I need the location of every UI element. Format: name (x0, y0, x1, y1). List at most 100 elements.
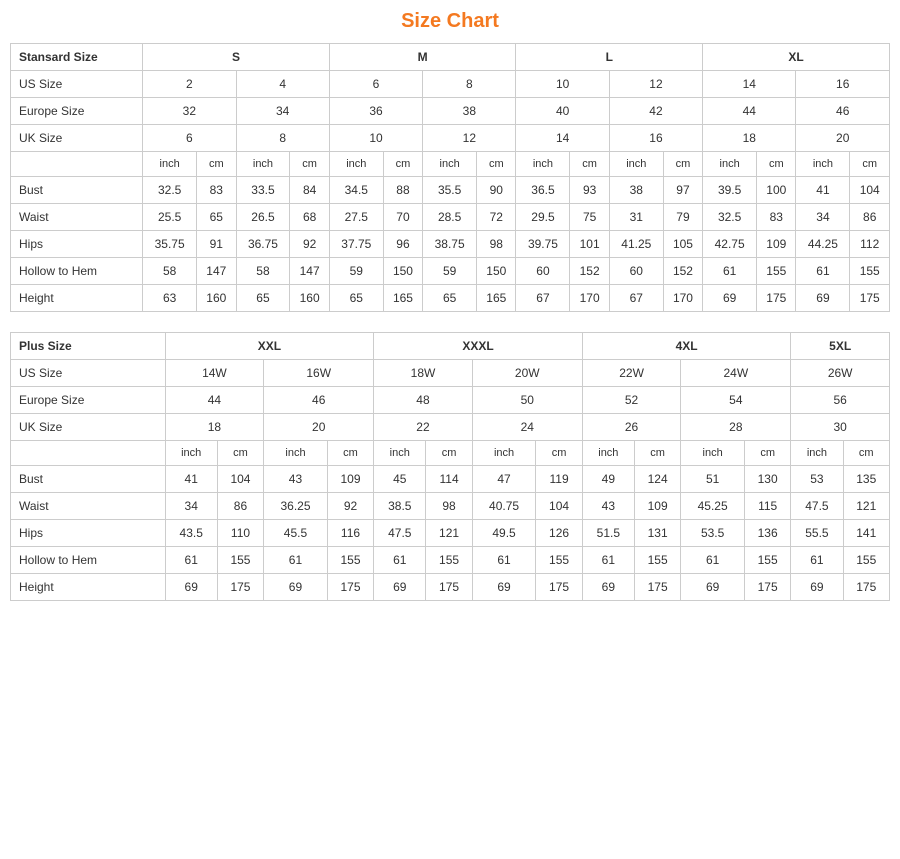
hips-2: 36.75 (236, 231, 290, 258)
plus-height-2: 69 (264, 574, 328, 601)
plus-unit-10: inch (681, 441, 745, 466)
plus-uk-30: 30 (791, 414, 890, 441)
waist-3: 68 (290, 204, 329, 231)
hollow-6: 59 (423, 258, 477, 285)
us-size-4: 4 (236, 71, 329, 98)
plus-hollow-3: 155 (327, 547, 373, 574)
plus-waist-label: Waist (11, 493, 166, 520)
plus-unit-12: inch (791, 441, 843, 466)
bust-3: 84 (290, 177, 329, 204)
hollow-to-hem-label: Hollow to Hem (11, 258, 143, 285)
plus-height-row: Height 69 175 69 175 69 175 69 175 69 17… (11, 574, 890, 601)
hollow-11: 152 (663, 258, 702, 285)
standard-hips-row: Hips 35.75 91 36.75 92 37.75 96 38.75 98… (11, 231, 890, 258)
waist-11: 79 (663, 204, 702, 231)
us-size-label: US Size (11, 71, 143, 98)
plus-hips-11: 136 (744, 520, 790, 547)
hips-11: 105 (663, 231, 702, 258)
plus-hollow-13: 155 (843, 547, 890, 574)
size-xxl-header: XXL (165, 333, 374, 360)
standard-hollow-to-hem-row: Hollow to Hem 58 147 58 147 59 150 59 15… (11, 258, 890, 285)
hollow-5: 150 (383, 258, 422, 285)
plus-waist-row: Waist 34 86 36.25 92 38.5 98 40.75 104 4… (11, 493, 890, 520)
hips-9: 101 (570, 231, 609, 258)
plus-unit-1: cm (217, 441, 263, 466)
plus-header-row: Plus Size XXL XXXL 4XL 5XL (11, 333, 890, 360)
plus-height-9: 175 (634, 574, 680, 601)
uk-size-16: 16 (609, 125, 702, 152)
unit-14: inch (796, 152, 850, 177)
plus-bust-6: 47 (472, 466, 536, 493)
plus-waist-10: 45.25 (681, 493, 745, 520)
plus-hollow-9: 155 (634, 547, 680, 574)
plus-us-24w: 24W (681, 360, 791, 387)
waist-label: Waist (11, 204, 143, 231)
hollow-0: 58 (143, 258, 197, 285)
size-m-header: M (329, 44, 516, 71)
plus-us-20w: 20W (472, 360, 582, 387)
plus-height-13: 175 (843, 574, 890, 601)
plus-bust-7: 119 (536, 466, 582, 493)
plus-height-0: 69 (165, 574, 217, 601)
hips-6: 38.75 (423, 231, 477, 258)
plus-height-8: 69 (582, 574, 634, 601)
hips-10: 41.25 (609, 231, 663, 258)
waist-2: 26.5 (236, 204, 290, 231)
plus-hollow-0: 61 (165, 547, 217, 574)
hips-14: 44.25 (796, 231, 850, 258)
plus-unit-6: inch (472, 441, 536, 466)
plus-europe-50: 50 (472, 387, 582, 414)
plus-hips-label: Hips (11, 520, 166, 547)
europe-size-44: 44 (703, 98, 796, 125)
hollow-12: 61 (703, 258, 757, 285)
unit-9: cm (570, 152, 609, 177)
plus-unit-5: cm (426, 441, 472, 466)
hips-3: 92 (290, 231, 329, 258)
plus-us-size-row: US Size 14W 16W 18W 20W 22W 24W 26W (11, 360, 890, 387)
hips-7: 98 (477, 231, 516, 258)
unit-12: inch (703, 152, 757, 177)
us-size-14: 14 (703, 71, 796, 98)
height-4: 65 (329, 285, 383, 312)
bust-7: 90 (477, 177, 516, 204)
plus-hollow-2: 61 (264, 547, 328, 574)
plus-waist-1: 86 (217, 493, 263, 520)
bust-11: 97 (663, 177, 702, 204)
europe-size-46: 46 (796, 98, 890, 125)
plus-hips-5: 121 (426, 520, 472, 547)
plus-hips-1: 110 (217, 520, 263, 547)
unit-10: inch (609, 152, 663, 177)
waist-13: 83 (757, 204, 796, 231)
height-label: Height (11, 285, 143, 312)
waist-4: 27.5 (329, 204, 383, 231)
height-5: 165 (383, 285, 422, 312)
plus-hips-6: 49.5 (472, 520, 536, 547)
europe-size-42: 42 (609, 98, 702, 125)
height-10: 67 (609, 285, 663, 312)
standard-size-label: Stansard Size (11, 44, 143, 71)
us-size-8: 8 (423, 71, 516, 98)
uk-size-label: UK Size (11, 125, 143, 152)
plus-bust-1: 104 (217, 466, 263, 493)
uk-size-8: 8 (236, 125, 329, 152)
unit-4: inch (329, 152, 383, 177)
hips-0: 35.75 (143, 231, 197, 258)
plus-hollow-to-hem-row: Hollow to Hem 61 155 61 155 61 155 61 15… (11, 547, 890, 574)
plus-us-16w: 16W (264, 360, 374, 387)
bust-6: 35.5 (423, 177, 477, 204)
plus-hips-12: 55.5 (791, 520, 843, 547)
plus-europe-56: 56 (791, 387, 890, 414)
hollow-3: 147 (290, 258, 329, 285)
hollow-9: 152 (570, 258, 609, 285)
hips-13: 109 (757, 231, 796, 258)
hollow-14: 61 (796, 258, 850, 285)
hollow-7: 150 (477, 258, 516, 285)
plus-bust-2: 43 (264, 466, 328, 493)
plus-uk-26: 26 (582, 414, 681, 441)
plus-waist-13: 121 (843, 493, 890, 520)
unit-2: inch (236, 152, 290, 177)
unit-11: cm (663, 152, 702, 177)
plus-bust-label: Bust (11, 466, 166, 493)
size-5xl-header: 5XL (791, 333, 890, 360)
europe-size-36: 36 (329, 98, 422, 125)
